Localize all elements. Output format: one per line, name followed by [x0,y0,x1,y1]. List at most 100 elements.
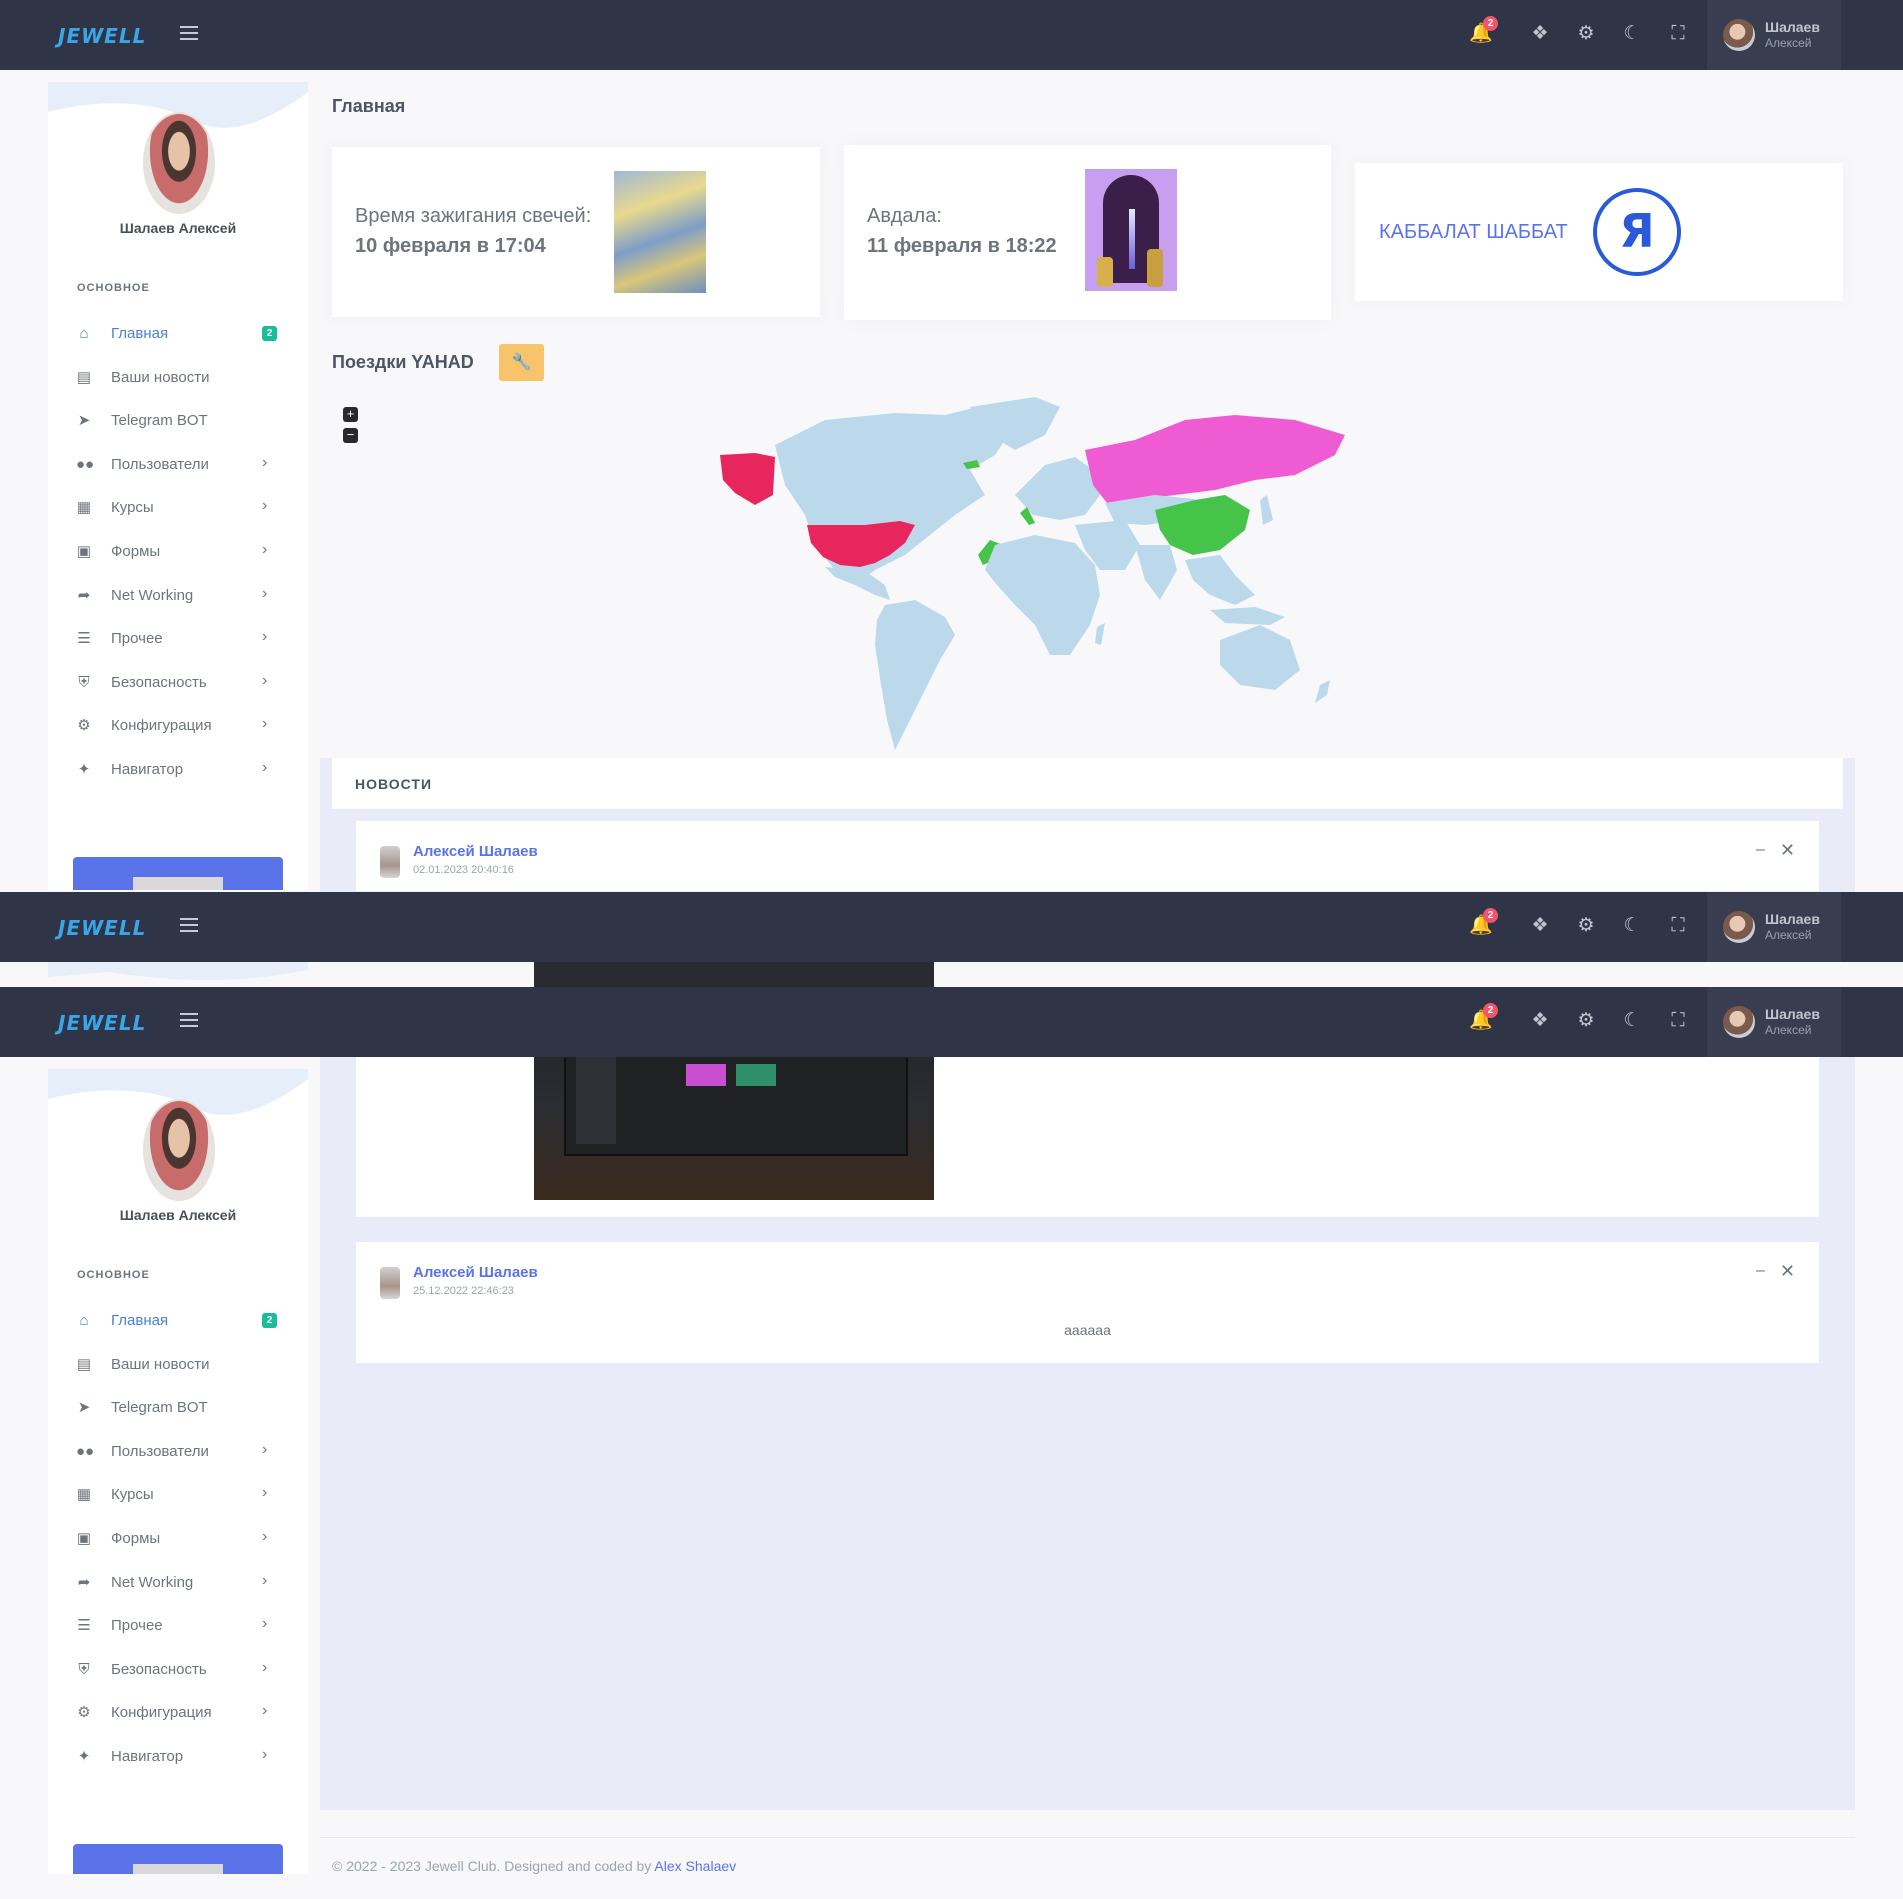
fullscreen-icon[interactable]: ⛶ [1666,1009,1690,1033]
candle-time-value: 10 февраля в 17:04 [355,235,546,257]
wrench-button[interactable]: 🔧 [499,344,544,381]
menu-toggle-icon[interactable] [180,1013,198,1027]
apps-grid-icon[interactable]: ❖ [1528,1009,1552,1033]
sidebar-banner-button[interactable] [73,1844,283,1874]
brand-logo[interactable]: JEWELL [58,24,146,48]
kabbalat-shabbat-card[interactable]: КАББАЛАТ ШАББАТ Я [1355,163,1843,301]
newspaper-icon: ▤ [76,1355,92,1373]
bell-icon[interactable]: 🔔 2 [1469,1003,1498,1033]
news-title: НОВОСТИ [355,776,433,792]
sidebar-item-users[interactable]: ●● Пользователи › [48,443,308,487]
world-map[interactable] [715,395,1465,755]
telegram-icon: ➤ [77,412,91,430]
sidebar-item-courses[interactable]: ▦ Курсы › [48,1473,308,1517]
user-menu[interactable]: Шалаев Алексей [1707,987,1841,1057]
moon-icon[interactable]: ☾ [1620,1009,1644,1033]
brand-logo[interactable]: JEWELL [58,916,146,940]
sidebar-menu: ⌂ Главная 2 ▤ Ваши новости ➤ Telegram BOT ●●… [48,1299,308,1779]
sidebar-item-networking[interactable]: ➦ Net Working › [48,1561,308,1605]
sidebar-item-telegram[interactable]: ➤ Telegram BOT [48,1386,308,1430]
apps-grid-icon[interactable]: ❖ [1528,914,1552,938]
sidebar-item-telegram[interactable]: ➤ Telegram BOT [48,399,308,443]
kabbalat-shabbat-label[interactable]: КАББАЛАТ ШАББАТ [1379,221,1568,244]
chevron-right-icon: › [262,1484,268,1502]
minimize-icon[interactable]: – [1756,841,1765,859]
brand-logo[interactable]: JEWELL [58,1011,146,1035]
menu-toggle-icon[interactable] [180,26,198,40]
sidebar-item-news[interactable]: ▤ Ваши новости [48,356,308,400]
sidebar-item-users[interactable]: ●● Пользователи › [48,1430,308,1474]
chevron-right-icon: › [262,1440,268,1458]
chevron-right-icon: › [262,540,268,558]
users-icon: ●● [76,1442,95,1460]
sidebar-item-home[interactable]: ⌂ Главная 2 [48,1299,308,1343]
bell-icon[interactable]: 🔔 2 [1469,908,1498,938]
user-name: Шалаев [1765,911,1820,927]
users-icon: ●● [76,455,95,473]
close-icon[interactable]: ✕ [1780,1261,1795,1282]
map-zoom-in-button[interactable]: + [343,407,358,422]
sidebar-item-other[interactable]: ☰ Прочее › [48,617,308,661]
map-zoom-out-button[interactable]: − [343,428,358,443]
settings-icon[interactable]: ⚙ [1574,914,1598,938]
sidebar-item-label: Формы [111,1529,161,1547]
candles-image [614,171,706,293]
chevron-right-icon: › [262,758,268,776]
sidebar-item-forms[interactable]: ▣ Формы › [48,1517,308,1561]
sidebar-item-security[interactable]: ⛨ Безопасность › [48,661,308,705]
map-region-russia [1085,415,1345,503]
map-region-usa [807,521,915,567]
page-title: Главная [332,96,406,116]
sidebar-item-forms[interactable]: ▣ Формы › [48,530,308,574]
compass-icon: ✦ [77,760,91,778]
footer-text: © 2022 - 2023 Jewell Club. Designed and … [332,1858,655,1874]
sidebar-item-configuration[interactable]: ⚙ Конфигурация › [48,704,308,748]
user-subname: Алексей [1765,928,1812,942]
shield-icon: ⛨ [78,1660,90,1678]
user-menu[interactable]: Шалаев Алексей [1707,892,1841,962]
profile-avatar[interactable] [143,1099,215,1201]
post-author-link[interactable]: Алексей Шалаев [413,843,538,860]
sidebar-item-label: Пользователи [111,455,209,473]
minimize-icon[interactable]: – [1756,1262,1765,1280]
chevron-right-icon: › [262,715,268,733]
count-badge: 2 [262,326,277,341]
notification-badge: 2 [1483,1003,1498,1018]
fullscreen-icon[interactable]: ⛶ [1666,914,1690,938]
footer-author-link[interactable]: Alex Shalaev [654,1858,736,1874]
bell-icon[interactable]: 🔔 2 [1469,16,1498,46]
apps-grid-icon[interactable]: ❖ [1528,22,1552,46]
footer: © 2022 - 2023 Jewell Club. Designed and … [332,1858,736,1874]
sidebar-item-navigator[interactable]: ✦ Навигатор › [48,1735,308,1779]
menu-toggle-icon[interactable] [180,918,198,932]
settings-icon[interactable]: ⚙ [1574,1009,1598,1033]
trips-title: Поездки YAHAD [332,352,474,372]
post-author-link[interactable]: Алексей Шалаев [413,1264,538,1281]
fullscreen-icon[interactable]: ⛶ [1666,22,1690,46]
moon-icon[interactable]: ☾ [1620,22,1644,46]
telegram-icon: ➤ [77,1399,91,1417]
chevron-right-icon: › [262,1702,268,1720]
sidebar-item-networking[interactable]: ➦ Net Working › [48,574,308,618]
sidebar-item-home[interactable]: ⌂ Главная 2 [48,312,308,356]
post-text: aaaaaa [1064,1322,1111,1338]
havdala-label: Авдала: [867,205,942,227]
count-badge: 2 [262,1313,277,1328]
sidebar-item-other[interactable]: ☰ Прочее › [48,1604,308,1648]
sidebar-item-news[interactable]: ▤ Ваши новости [48,1343,308,1387]
post-photo-top[interactable] [534,962,934,987]
chevron-right-icon: › [262,1527,268,1545]
settings-icon[interactable]: ⚙ [1574,22,1598,46]
yandex-music-logo[interactable]: Я [1593,188,1681,276]
sidebar-item-security[interactable]: ⛨ Безопасность › [48,1648,308,1692]
sidebar-item-label: Формы [111,542,161,560]
profile-avatar[interactable] [143,112,215,214]
user-menu[interactable]: Шалаев Алексей [1707,0,1841,70]
close-icon[interactable]: ✕ [1780,840,1795,861]
moon-icon[interactable]: ☾ [1620,914,1644,938]
sidebar-item-navigator[interactable]: ✦ Навигатор › [48,748,308,792]
sidebar-item-courses[interactable]: ▦ Курсы › [48,486,308,530]
sidebar-banner-button[interactable] [73,857,283,890]
sidebar-item-label: Прочее [111,1617,163,1635]
sidebar-item-configuration[interactable]: ⚙ Конфигурация › [48,1691,308,1735]
